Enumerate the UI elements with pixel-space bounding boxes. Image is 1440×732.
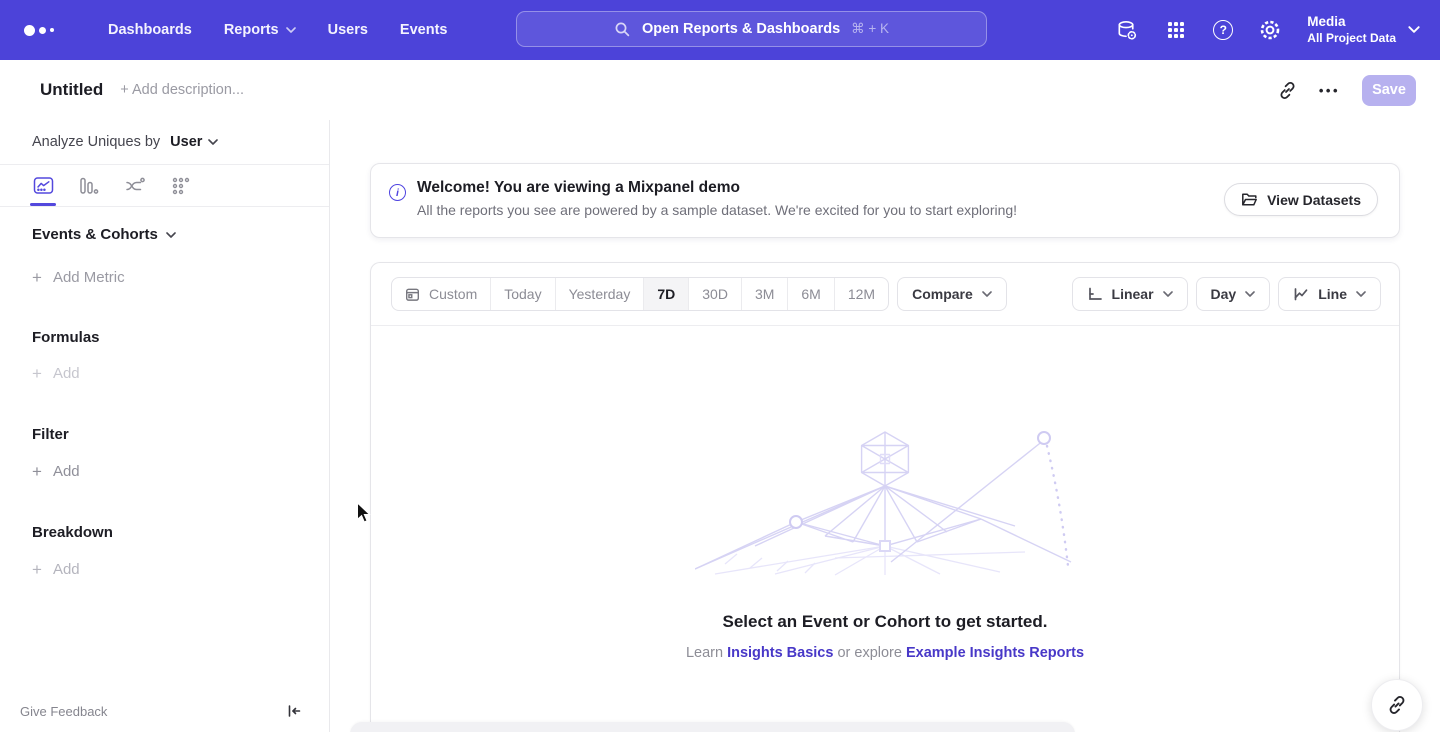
insights-basics-link[interactable]: Insights Basics [727,645,833,661]
report-actions: ••• Save [1278,75,1416,106]
plus-icon: + [32,269,42,286]
tab-insights-line-chart-icon[interactable] [32,175,54,197]
compare-button[interactable]: Compare [897,277,1007,311]
tab-bar-chart-icon[interactable] [78,175,100,197]
add-formula-button[interactable]: + Add [32,365,329,382]
collapse-sidebar-icon[interactable] [286,703,302,719]
analyze-label: Analyze Uniques by [32,134,160,150]
chevron-down-icon [166,232,176,238]
date-range-today[interactable]: Today [491,278,555,310]
scale-dropdown[interactable]: Linear [1072,277,1188,311]
chevron-down-icon [982,291,992,297]
add-breakdown-button[interactable]: + Add [32,561,329,578]
report-description-placeholder[interactable]: + Add description... [120,82,244,98]
apps-grid-icon[interactable] [1164,18,1188,42]
share-link-fab[interactable] [1371,679,1423,731]
mixpanel-logo-icon[interactable] [24,25,54,36]
tab-flows-icon[interactable] [124,175,146,197]
help-icon[interactable]: ? [1213,20,1233,40]
empty-state-title: Select an Event or Cohort to get started… [723,612,1048,632]
linear-axis-icon [1087,286,1103,302]
active-tab-underline [30,203,56,206]
example-reports-link[interactable]: Example Insights Reports [906,645,1084,661]
chevron-down-icon [1245,291,1255,297]
banner-subtitle: All the reports you see are powered by a… [417,202,1017,218]
calendar-icon [405,287,420,302]
nav-item-events[interactable]: Events [384,0,464,60]
bottom-panel-peek[interactable] [350,722,1075,732]
granularity-dropdown[interactable]: Day [1196,277,1271,311]
search-placeholder: Open Reports & Dashboards [642,21,840,37]
tab-retention-icon[interactable] [170,175,192,197]
banner-title: Welcome! You are viewing a Mixpanel demo [417,179,1017,197]
date-range-30d[interactable]: 30D [689,278,742,310]
visualization-tabs [0,165,329,207]
chevron-down-icon [208,139,218,145]
add-metric-button[interactable]: + Add Metric [32,269,329,286]
filter-header: Filter [32,426,329,443]
date-range-12m[interactable]: 12M [835,278,888,310]
formulas-header: Formulas [32,329,329,346]
primary-nav: Dashboards Reports Users Events [92,0,463,60]
plus-icon: + [32,365,42,382]
date-range-3m[interactable]: 3M [742,278,788,310]
navbar-right: ? Media All Project Data [1115,0,1420,60]
top-navbar: Dashboards Reports Users Events Open Rep… [0,0,1440,60]
folder-icon [1241,192,1258,207]
nav-item-reports[interactable]: Reports [208,0,312,60]
sidebar-footer: Give Feedback [0,696,329,732]
settings-gear-icon[interactable] [1258,18,1282,42]
analyze-uniques-row: Analyze Uniques by User [0,120,329,165]
chart-card: Custom Today Yesterday 7D 30D 3M 6M 12M … [370,262,1400,732]
events-cohorts-header[interactable]: Events & Cohorts [32,226,329,243]
add-filter-button[interactable]: + Add [32,463,329,480]
chevron-down-icon [1356,291,1366,297]
chevron-down-icon [286,27,296,33]
date-range-custom[interactable]: Custom [392,278,491,310]
global-search-input[interactable]: Open Reports & Dashboards ⌘ + K [516,11,987,47]
nav-item-users[interactable]: Users [312,0,384,60]
data-management-icon[interactable] [1115,18,1139,42]
chevron-down-icon [1163,291,1173,297]
empty-state: Select an Event or Cohort to get started… [371,326,1399,661]
nav-item-dashboards[interactable]: Dashboards [92,0,208,60]
info-icon: i [389,184,406,201]
analyze-entity-dropdown[interactable]: User [170,134,218,150]
line-chart-icon [1293,286,1309,302]
save-button[interactable]: Save [1362,75,1416,106]
breakdown-header: Breakdown [32,524,329,541]
empty-state-illustration [695,424,1075,576]
project-name: Media [1307,13,1396,31]
plus-icon: + [32,561,42,578]
more-options-icon[interactable]: ••• [1319,83,1340,98]
query-sidebar: Analyze Uniques by User [0,120,330,732]
date-range-7d[interactable]: 7D [644,278,689,310]
view-datasets-button[interactable]: View Datasets [1224,183,1378,216]
date-range-6m[interactable]: 6M [788,278,834,310]
banner-text: Welcome! You are viewing a Mixpanel demo… [417,179,1017,218]
chevron-down-icon [1408,26,1420,33]
date-range-yesterday[interactable]: Yesterday [556,278,645,310]
chart-display-controls: Linear Day Line [1072,277,1381,311]
search-icon [614,21,631,38]
report-header: Untitled + Add description... ••• Save [0,60,1440,120]
date-range-segmented-control: Custom Today Yesterday 7D 30D 3M 6M 12M [391,277,889,311]
give-feedback-link[interactable]: Give Feedback [20,704,107,719]
link-icon [1387,695,1407,715]
search-shortcut: ⌘ + K [851,21,889,37]
plus-icon: + [32,463,42,480]
mixpanel-insights-app: Dashboards Reports Users Events Open Rep… [0,0,1440,732]
project-switcher[interactable]: Media All Project Data [1307,13,1420,46]
empty-state-links: Learn Insights Basics or explore Example… [686,645,1084,661]
chart-type-dropdown[interactable]: Line [1278,277,1381,311]
report-title[interactable]: Untitled [40,80,103,100]
demo-banner: i Welcome! You are viewing a Mixpanel de… [370,163,1400,238]
chart-controls: Custom Today Yesterday 7D 30D 3M 6M 12M … [371,263,1399,326]
copy-link-icon[interactable] [1278,81,1297,100]
main-content: i Welcome! You are viewing a Mixpanel de… [330,120,1440,732]
project-scope: All Project Data [1307,31,1396,47]
